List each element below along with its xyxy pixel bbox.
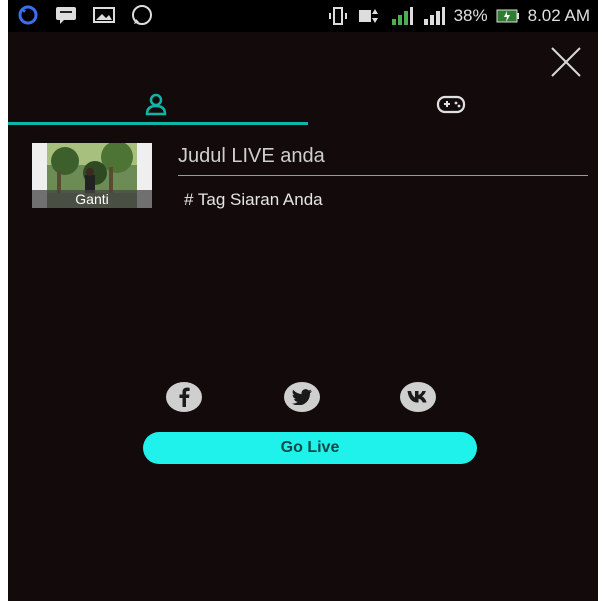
- tab-profile[interactable]: [8, 84, 303, 124]
- share-twitter-button[interactable]: [284, 382, 320, 412]
- status-bar: 38% 8.02 AM: [8, 0, 598, 32]
- close-button[interactable]: [548, 44, 584, 80]
- vk-icon: [407, 391, 427, 403]
- notification-icons: [16, 4, 154, 26]
- sync-icon: [16, 4, 40, 26]
- thumbnail[interactable]: Ganti: [32, 143, 152, 208]
- tab-bar: [8, 84, 598, 125]
- title-underline: [178, 175, 588, 176]
- chat-icon: [54, 4, 78, 26]
- signal-icon: [390, 5, 414, 27]
- share-vk-button[interactable]: [400, 382, 436, 412]
- whatsapp-icon: [130, 4, 154, 26]
- battery-charging-icon: [496, 5, 520, 27]
- facebook-icon: [179, 387, 190, 407]
- clock: 8.02 AM: [527, 6, 590, 25]
- gamepad-icon: [436, 95, 465, 114]
- active-tab-indicator: [8, 122, 308, 125]
- sim-data-icon: [358, 5, 382, 27]
- tag-input[interactable]: # Tag Siaran Anda: [184, 186, 564, 214]
- change-thumbnail-button[interactable]: Ganti: [32, 190, 152, 208]
- live-setup-screen: 38% 8.02 AM Ganti Judul LIVE anda # Tag …: [8, 0, 598, 601]
- tab-game[interactable]: [303, 84, 598, 124]
- image-icon: [92, 4, 116, 26]
- live-title-input[interactable]: [178, 140, 588, 172]
- close-icon: [551, 47, 581, 77]
- system-icons: 38% 8.02 AM: [326, 5, 590, 27]
- share-facebook-button[interactable]: [166, 382, 202, 412]
- battery-percentage: 38%: [453, 6, 488, 25]
- twitter-icon: [292, 389, 312, 405]
- user-icon: [145, 93, 166, 116]
- go-live-button[interactable]: Go Live: [143, 432, 477, 464]
- vibrate-icon: [326, 5, 350, 27]
- signal-icon: [422, 5, 446, 27]
